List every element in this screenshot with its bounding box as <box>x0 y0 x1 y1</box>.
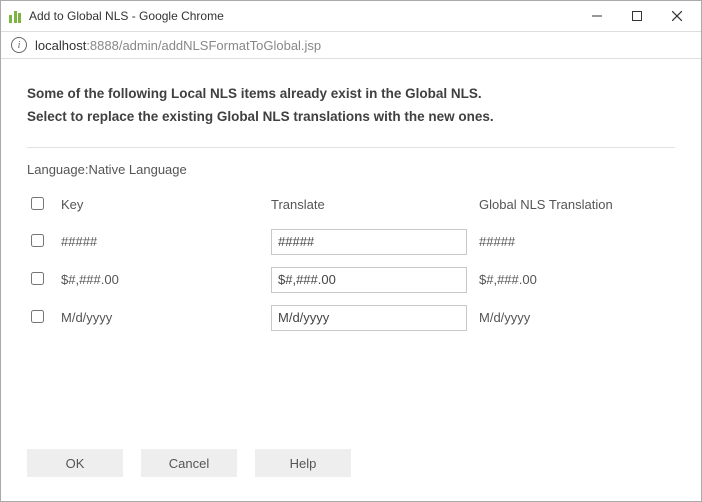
header-translate: Translate <box>267 191 475 223</box>
button-row: OK Cancel Help <box>27 449 351 477</box>
cell-global: M/d/yyyy <box>475 299 675 337</box>
select-all-checkbox[interactable] <box>31 197 44 210</box>
maximize-button[interactable] <box>617 2 657 30</box>
row-checkbox[interactable] <box>31 272 44 285</box>
intro-line-1: Some of the following Local NLS items al… <box>27 83 675 106</box>
info-icon: i <box>11 37 27 53</box>
window-titlebar: Add to Global NLS - Google Chrome <box>1 1 701 31</box>
cell-key: ##### <box>57 223 267 261</box>
help-button[interactable]: Help <box>255 449 351 477</box>
window-title: Add to Global NLS - Google Chrome <box>29 9 224 23</box>
table-row: ##### ##### <box>27 223 675 261</box>
nls-table: Key Translate Global NLS Translation ###… <box>27 191 675 337</box>
table-row: M/d/yyyy M/d/yyyy <box>27 299 675 337</box>
intro-line-2: Select to replace the existing Global NL… <box>27 106 675 129</box>
row-checkbox[interactable] <box>31 310 44 323</box>
row-checkbox[interactable] <box>31 234 44 247</box>
cell-key: $#,###.00 <box>57 261 267 299</box>
header-key: Key <box>57 191 267 223</box>
close-button[interactable] <box>657 2 697 30</box>
header-global: Global NLS Translation <box>475 191 675 223</box>
cell-global: ##### <box>475 223 675 261</box>
page-content: Some of the following Local NLS items al… <box>1 59 701 353</box>
address-path: :8888/admin/addNLSFormatToGlobal.jsp <box>86 38 321 53</box>
cell-global: $#,###.00 <box>475 261 675 299</box>
translate-input[interactable] <box>271 229 467 255</box>
language-label: Language:Native Language <box>27 162 675 177</box>
translate-input[interactable] <box>271 267 467 293</box>
ok-button[interactable]: OK <box>27 449 123 477</box>
divider <box>27 147 675 148</box>
translate-input[interactable] <box>271 305 467 331</box>
address-host: localhost <box>35 38 86 53</box>
app-icon <box>9 9 21 23</box>
minimize-button[interactable] <box>577 2 617 30</box>
cell-key: M/d/yyyy <box>57 299 267 337</box>
address-bar[interactable]: i localhost:8888/admin/addNLSFormatToGlo… <box>1 31 701 59</box>
cancel-button[interactable]: Cancel <box>141 449 237 477</box>
table-row: $#,###.00 $#,###.00 <box>27 261 675 299</box>
